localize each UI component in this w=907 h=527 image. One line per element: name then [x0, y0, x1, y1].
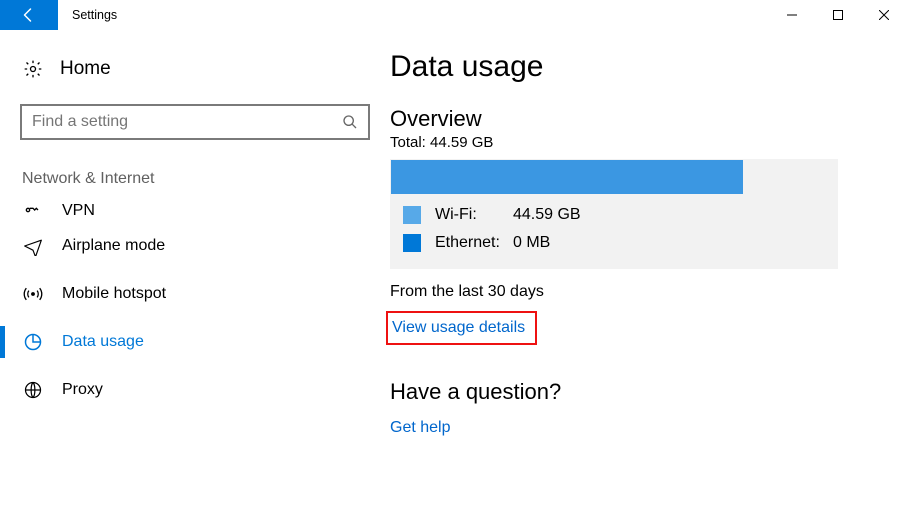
- minimize-button[interactable]: [769, 0, 815, 30]
- main-panel: Data usage Overview Total: 44.59 GB Wi-F…: [390, 30, 907, 527]
- total-label: Total: 44.59 GB: [390, 134, 877, 151]
- close-button[interactable]: [861, 0, 907, 30]
- title-bar: Settings: [0, 0, 907, 30]
- globe-icon: [22, 380, 44, 400]
- chart-bar-fill: [391, 160, 743, 194]
- sidebar-item-airplane-mode[interactable]: Airplane mode: [0, 222, 370, 270]
- search-input[interactable]: [32, 113, 342, 131]
- nav-list: VPN Airplane mode Mobile hotspot Data us…: [0, 198, 370, 414]
- arrow-left-icon: [20, 6, 38, 24]
- maximize-button[interactable]: [815, 0, 861, 30]
- legend-value: 44.59 GB: [513, 206, 581, 224]
- sidebar-item-vpn[interactable]: VPN: [0, 198, 370, 222]
- usage-chart: Wi-Fi:44.59 GBEthernet:0 MB: [390, 159, 838, 269]
- legend-label: Wi-Fi:: [435, 206, 513, 224]
- legend-row: Ethernet:0 MB: [403, 234, 837, 252]
- chart-bar: [391, 160, 837, 194]
- sidebar-item-label: Airplane mode: [62, 237, 165, 255]
- back-button[interactable]: [0, 0, 58, 30]
- sidebar-item-label: VPN: [62, 202, 95, 220]
- data-usage-icon: [22, 332, 44, 352]
- legend-swatch: [403, 206, 421, 224]
- question-heading: Have a question?: [390, 379, 877, 405]
- sidebar-item-label: Proxy: [62, 381, 103, 399]
- period-label: From the last 30 days: [390, 283, 877, 301]
- search-icon: [342, 114, 358, 130]
- category-heading: Network & Internet: [22, 170, 370, 188]
- get-help-link[interactable]: Get help: [390, 419, 450, 436]
- sidebar-item-mobile-hotspot[interactable]: Mobile hotspot: [0, 270, 370, 318]
- home-button[interactable]: Home: [20, 50, 370, 104]
- maximize-icon: [833, 10, 843, 20]
- chart-legend: Wi-Fi:44.59 GBEthernet:0 MB: [391, 204, 837, 268]
- sidebar: Home Network & Internet VPN Airplane mod…: [0, 30, 390, 527]
- vpn-icon: [22, 200, 44, 220]
- overview-heading: Overview: [390, 106, 877, 132]
- legend-label: Ethernet:: [435, 234, 513, 252]
- airplane-icon: [22, 236, 44, 256]
- sidebar-item-proxy[interactable]: Proxy: [0, 366, 370, 414]
- legend-value: 0 MB: [513, 234, 550, 252]
- close-icon: [879, 10, 889, 20]
- window-controls: [769, 0, 907, 30]
- window-title: Settings: [58, 0, 131, 30]
- sidebar-item-data-usage[interactable]: Data usage: [0, 318, 370, 366]
- legend-row: Wi-Fi:44.59 GB: [403, 206, 837, 224]
- sidebar-item-label: Mobile hotspot: [62, 285, 166, 303]
- minimize-icon: [787, 10, 797, 20]
- page-title: Data usage: [390, 50, 877, 84]
- gear-icon: [22, 59, 44, 79]
- search-box[interactable]: [20, 104, 370, 140]
- hotspot-icon: [22, 284, 44, 304]
- highlight-box: View usage details: [386, 311, 537, 345]
- home-label: Home: [60, 58, 111, 80]
- legend-swatch: [403, 234, 421, 252]
- sidebar-item-label: Data usage: [62, 333, 144, 351]
- view-usage-details-link[interactable]: View usage details: [392, 319, 525, 336]
